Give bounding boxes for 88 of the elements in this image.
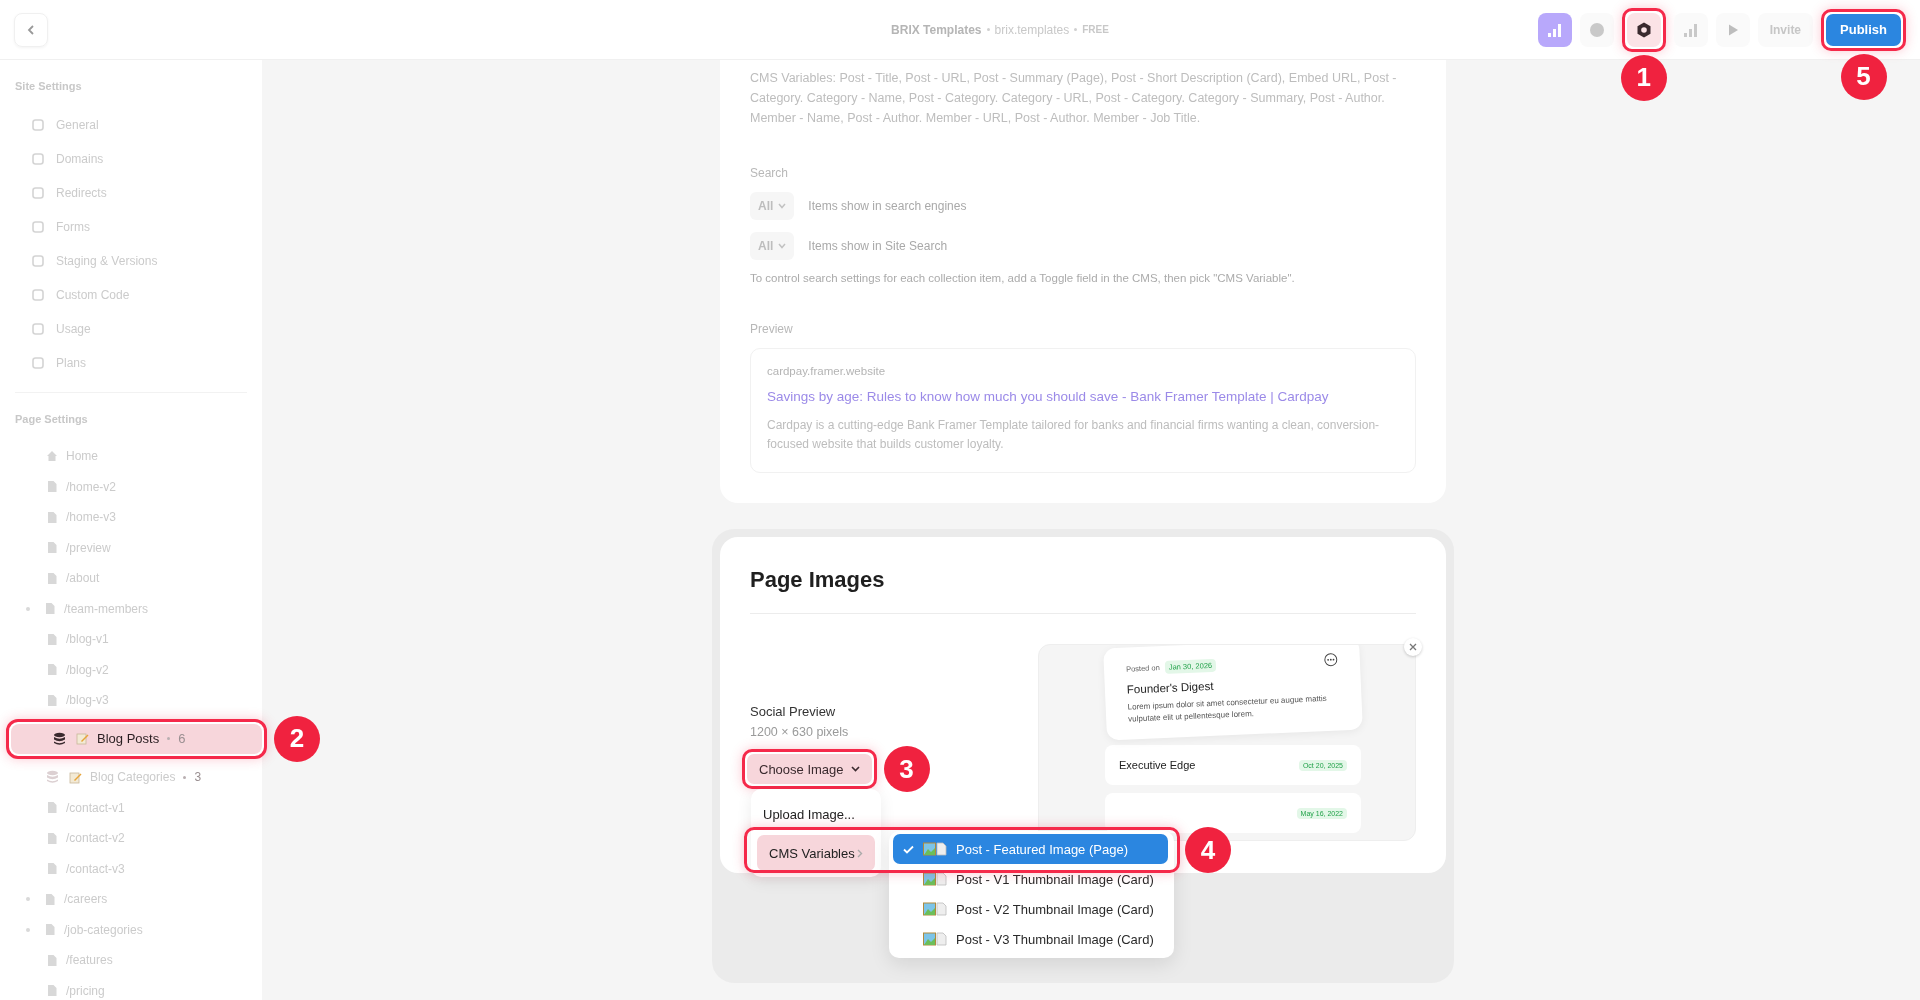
more-icon (1323, 652, 1339, 667)
signal-bars-icon (1682, 21, 1699, 38)
callout-number: 1 (1620, 54, 1667, 101)
preview-title: Savings by age: Rules to know how much you should save - Bank Framer Template | Cardpay (767, 389, 1330, 404)
callout-number: 2 (274, 715, 320, 762)
expand-dot-icon[interactable] (26, 897, 30, 902)
separator-dot-icon (167, 737, 171, 741)
document-icon (46, 510, 58, 524)
caret-icon (778, 243, 787, 249)
menu-option[interactable]: Post - V1 Thumbnail Image (Card) (893, 864, 1168, 894)
post-excerpt: Lorem ipsum dolor sit amet consectetur eu augue mattis vulputate elit ut pellentesque lorem. (1127, 693, 1328, 726)
search-option-label: Items show in Site Search (808, 239, 948, 253)
square-icon (32, 119, 44, 131)
separator-dot-icon (1074, 28, 1078, 31)
image-file-icon (923, 932, 947, 946)
chevron-left-icon (25, 23, 37, 36)
menu-option[interactable]: Post - V3 Thumbnail Image (Card) (893, 924, 1168, 954)
callout-number: 5 (1840, 53, 1887, 100)
document-icon (46, 632, 58, 646)
checkmark-icon (903, 844, 914, 854)
field-label: Social Preview (750, 704, 837, 719)
section-label: Search (750, 166, 790, 180)
document-icon (46, 693, 58, 707)
database-icon (46, 770, 59, 785)
memo-icon (76, 732, 89, 746)
separator-dot-icon (183, 775, 187, 779)
menu-option[interactable]: Post - Featured Image (Page) (893, 834, 1168, 864)
square-icon (32, 187, 44, 199)
square-icon (32, 289, 44, 301)
project-title: BRIX Templates (891, 22, 982, 37)
document-icon (46, 862, 58, 876)
document-icon (44, 923, 56, 937)
item-count: 3 (194, 770, 202, 785)
menu-item[interactable]: Upload Image... (751, 795, 881, 833)
separator-dot-icon (986, 28, 990, 31)
home-icon (46, 450, 58, 463)
expand-dot-icon[interactable] (26, 927, 30, 932)
search-option-label: Items show in search engines (808, 199, 967, 213)
caret-icon (778, 203, 787, 209)
menu-option[interactable]: Post - V2 Thumbnail Image (Card) (893, 894, 1168, 924)
database-icon (53, 731, 66, 746)
document-icon (46, 663, 58, 677)
image-file-icon (923, 842, 947, 856)
document-icon (46, 953, 58, 967)
document-icon (44, 602, 56, 616)
submenu-item[interactable]: CMS Variables (757, 835, 875, 871)
section-title: Page Images (750, 567, 886, 593)
square-icon (32, 323, 44, 335)
image-file-icon (923, 872, 947, 886)
choose-image-button[interactable]: Choose Image (747, 754, 872, 784)
play-button[interactable] (1715, 12, 1750, 47)
section-label: Preview (750, 322, 794, 336)
memo-icon (69, 770, 82, 784)
square-icon (32, 153, 44, 165)
visibility-dropdown[interactable]: All (750, 192, 795, 220)
close-icon (1409, 643, 1417, 651)
image-file-icon (923, 902, 947, 916)
document-icon (46, 831, 58, 845)
cms-variables-text: CMS Variables: Post - Title, Post - URL, Post - Summary (Page), Post - Short Description (Card), Embed URL, Post - Category. Category - Name, Post - Category. Category - URL, Post - Category. Category - Summary, Post - Author. Member - Name, Post - Author. Member - URL, Post - Author. Member - Job Title. (750, 70, 1398, 127)
visibility-dropdown[interactable]: All (750, 232, 795, 260)
analytics-button[interactable] (1537, 12, 1572, 47)
square-icon (32, 221, 44, 233)
publish-button[interactable]: Publish (1826, 13, 1901, 46)
expand-dot-icon[interactable] (26, 606, 30, 611)
document-icon (46, 984, 58, 998)
close-button[interactable] (1404, 638, 1422, 656)
post-row-title: Executive Edge (1119, 759, 1196, 771)
image-size-text: 1200 × 630 pixels (750, 725, 850, 739)
bar-chart-button[interactable] (1673, 12, 1708, 47)
callout-number: 4 (1185, 827, 1231, 873)
square-icon (32, 357, 44, 369)
callout-number: 3 (883, 746, 930, 792)
document-icon (46, 571, 58, 585)
page-item[interactable]: Blog Posts 6 (11, 723, 262, 754)
item-count: 6 (178, 731, 186, 747)
square-icon (32, 255, 44, 267)
post-title: Founder's Digest (1126, 678, 1215, 696)
preview-domain: cardpay.framer.website (767, 365, 887, 377)
document-icon (46, 801, 58, 815)
chevron-right-icon (857, 848, 863, 858)
chevron-down-icon (850, 766, 860, 772)
globe-button[interactable] (1579, 12, 1614, 47)
preview-description: Cardpay is a cutting-edge Bank Framer Template tailored for banks and financial firms wanting a clean, conversion-focused website that builds customer loyalty. (767, 417, 1381, 453)
document-icon (46, 541, 58, 555)
help-text: To control search settings for each collection item, add a Toggle field in the CMS, then pick "CMS Variable". (750, 272, 1296, 284)
document-icon (46, 480, 58, 494)
back-button[interactable] (14, 12, 48, 47)
document-icon (44, 892, 56, 906)
